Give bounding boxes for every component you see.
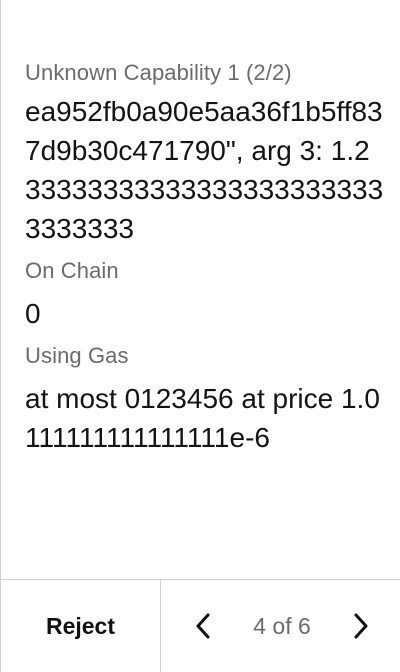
- pagination: 4 of 6: [161, 580, 400, 672]
- action-footer: Reject 4 of 6: [1, 579, 400, 672]
- gas-value: at most 0123456 at price 1.0111111111111…: [25, 383, 380, 453]
- reject-button[interactable]: Reject: [1, 580, 161, 672]
- transaction-review-screen: Unknown Capability 1 (2/2) ea952fb0a90e5…: [0, 0, 400, 672]
- capability-value: ea952fb0a90e5aa36f1b5ff837d9b30c471790",…: [25, 96, 384, 244]
- chevron-right-icon[interactable]: [349, 610, 373, 642]
- gas-label: Using Gas: [25, 343, 129, 368]
- on-chain-value: 0: [25, 298, 41, 329]
- details-panel: Unknown Capability 1 (2/2) ea952fb0a90e5…: [25, 56, 385, 457]
- capability-label: Unknown Capability 1 (2/2): [25, 60, 292, 85]
- chevron-left-icon[interactable]: [191, 610, 215, 642]
- page-indicator: 4 of 6: [253, 612, 311, 639]
- on-chain-label: On Chain: [25, 258, 119, 283]
